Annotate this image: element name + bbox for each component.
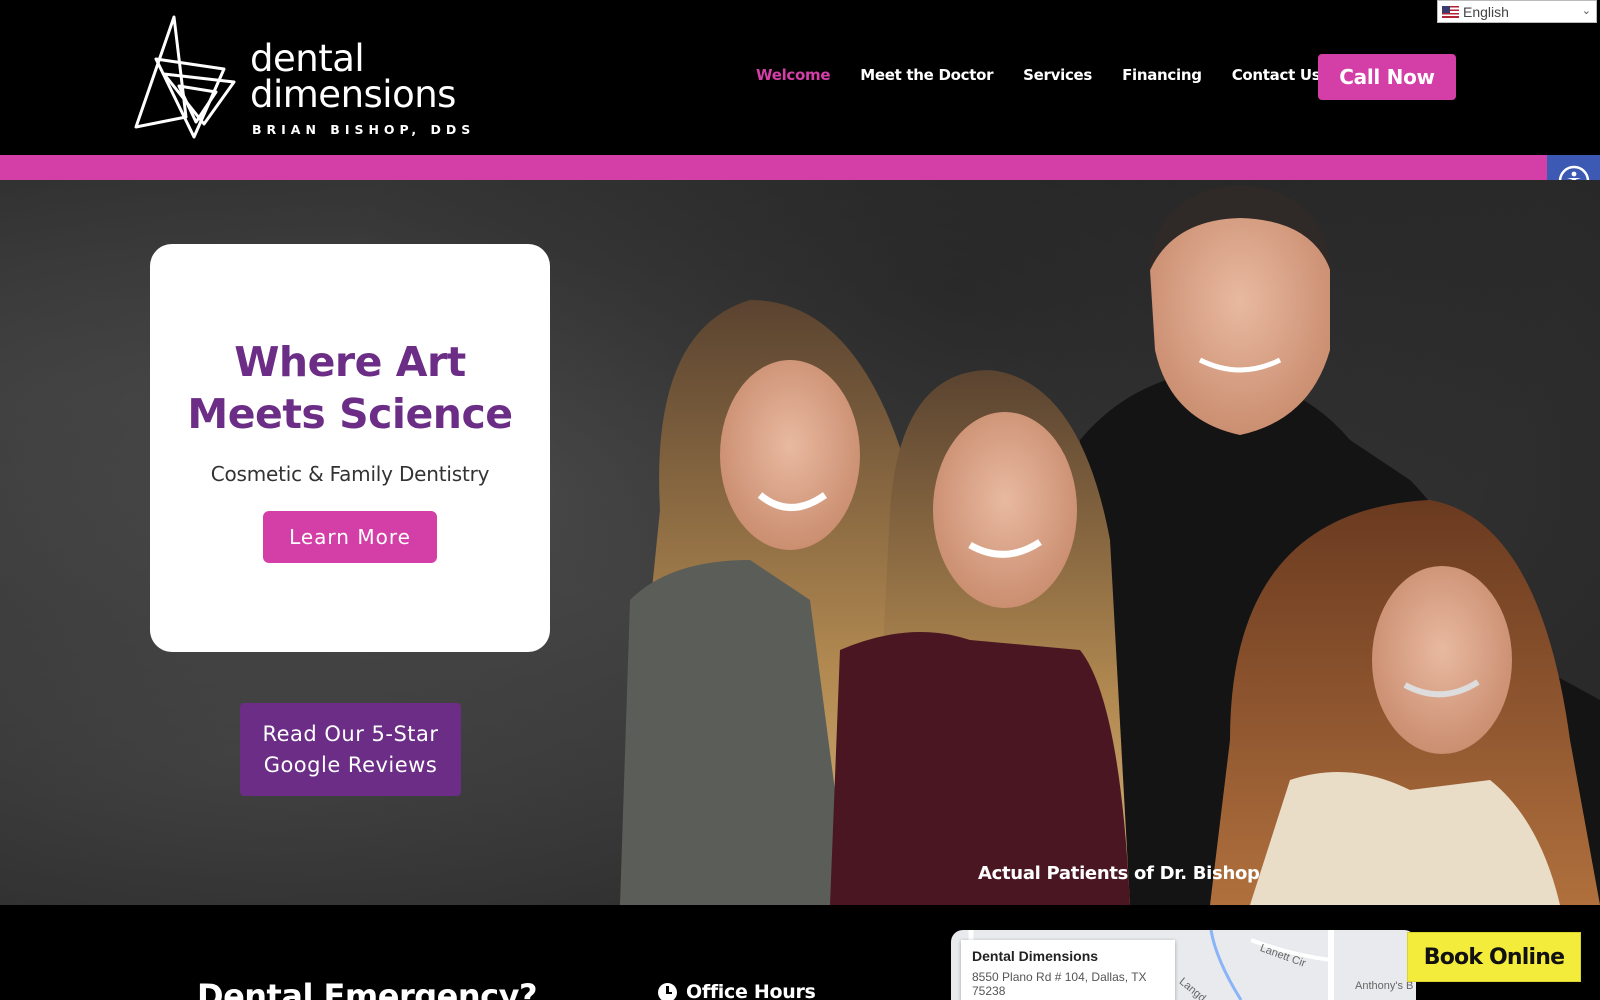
us-flag-icon [1442, 5, 1459, 18]
hero-title: Where Art Meets Science [150, 336, 550, 440]
location-map[interactable]: Dental Dimensions 8550 Plano Rd # 104, D… [951, 930, 1416, 1000]
office-hours-heading: Office Hours [658, 981, 816, 1000]
map-street-label: Anthony's B [1355, 980, 1414, 992]
google-reviews-button[interactable]: Read Our 5-Star Google Reviews [240, 703, 461, 796]
call-now-button[interactable]: Call Now [1318, 54, 1456, 100]
site-header: dental dimensions BRIAN BISHOP, DDS Welc… [0, 0, 1600, 155]
hero-title-line1: Where Art [234, 338, 466, 386]
hero-title-line2: Meets Science [187, 390, 513, 438]
map-place-address: 8550 Plano Rd # 104, Dallas, TX 75238 [972, 970, 1147, 998]
reviews-button-line2: Google Reviews [263, 752, 438, 777]
map-place-name: Dental Dimensions [972, 948, 1099, 964]
logo[interactable]: dental dimensions BRIAN BISHOP, DDS [134, 14, 514, 144]
hero-family-photo [620, 185, 1600, 905]
logo-subtitle: BRIAN BISHOP, DDS [252, 122, 476, 137]
logo-word-line2: dimensions [250, 73, 456, 116]
hero-section: Where Art Meets Science Cosmetic & Famil… [0, 180, 1600, 905]
nav-services[interactable]: Services [1023, 66, 1092, 84]
logo-word-line1: dental [250, 37, 365, 80]
nav-welcome[interactable]: Welcome [756, 66, 831, 84]
language-select[interactable]: English ⌄ [1437, 0, 1597, 23]
logo-triangles-icon [134, 15, 236, 139]
map-place-card: Dental Dimensions 8550 Plano Rd # 104, D… [961, 940, 1175, 1000]
language-selected: English [1463, 3, 1509, 20]
photo-caption: Actual Patients of Dr. Bishop [978, 863, 1260, 884]
nav-meet-the-doctor[interactable]: Meet the Doctor [860, 66, 993, 84]
emergency-heading: Dental Emergency? [197, 977, 538, 1000]
logo-wordmark: dental dimensions [250, 37, 456, 116]
office-hours-label: Office Hours [686, 981, 816, 1000]
accent-bar [0, 155, 1600, 180]
main-nav: Welcome Meet the Doctor Services Financi… [756, 66, 1350, 84]
hero-subtitle: Cosmetic & Family Dentistry [210, 462, 490, 486]
nav-financing[interactable]: Financing [1122, 66, 1202, 84]
hero-card: Where Art Meets Science Cosmetic & Famil… [150, 244, 550, 652]
nav-contact-us[interactable]: Contact Us [1232, 66, 1321, 84]
clock-icon [658, 982, 677, 1000]
reviews-button-line1: Read Our 5-Star [262, 721, 439, 746]
info-strip: Dental Emergency? Office Hours Dental Di… [0, 905, 1600, 1000]
learn-more-button[interactable]: Learn More [263, 511, 437, 563]
chevron-down-icon: ⌄ [1581, 5, 1591, 17]
book-online-button[interactable]: Book Online [1407, 932, 1581, 982]
